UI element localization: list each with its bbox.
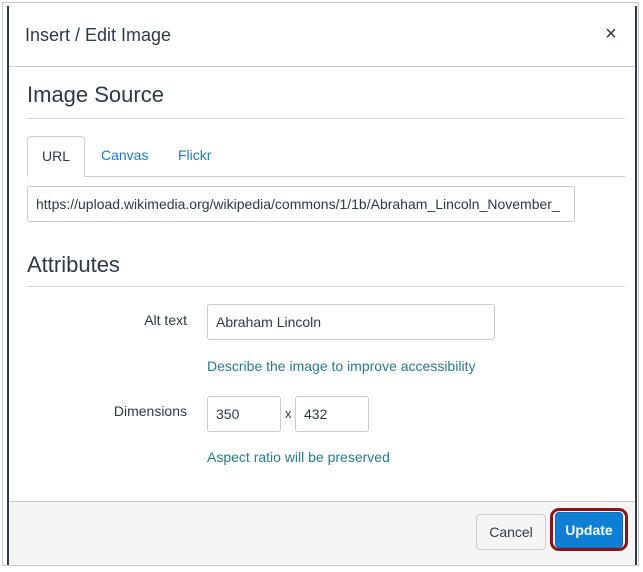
- alt-text-hint: Describe the image to improve accessibil…: [207, 358, 476, 374]
- tab-canvas[interactable]: Canvas: [87, 136, 162, 176]
- dimension-separator: x: [285, 406, 292, 421]
- tab-url[interactable]: URL: [27, 136, 86, 177]
- image-source-divider: [27, 118, 625, 119]
- close-icon[interactable]: ×: [601, 24, 621, 44]
- dialog-header: Insert / Edit Image ×: [9, 6, 635, 67]
- image-url-input[interactable]: https://upload.wikimedia.org/wikipedia/c…: [27, 186, 575, 222]
- dimensions-label: Dimensions: [113, 403, 187, 419]
- insert-edit-image-dialog: Insert / Edit Image × Image Source URL C…: [7, 6, 637, 565]
- update-button[interactable]: Update: [555, 512, 623, 548]
- tab-flickr[interactable]: Flickr: [164, 136, 225, 176]
- alt-text-label: Alt text: [144, 312, 187, 328]
- dimensions-hint: Aspect ratio will be preserved: [207, 449, 390, 465]
- alt-text-input[interactable]: Abraham Lincoln: [207, 304, 495, 340]
- attributes-divider: [27, 286, 625, 287]
- dialog-title: Insert / Edit Image: [25, 25, 172, 45]
- dialog-footer: Cancel Update: [9, 501, 635, 564]
- cancel-button[interactable]: Cancel: [476, 514, 546, 550]
- image-source-heading: Image Source: [27, 82, 164, 107]
- attributes-heading: Attributes: [27, 252, 120, 277]
- image-source-tabs: URL Canvas Flickr: [27, 136, 625, 177]
- width-input[interactable]: 350: [207, 396, 281, 432]
- height-input[interactable]: 432: [295, 396, 369, 432]
